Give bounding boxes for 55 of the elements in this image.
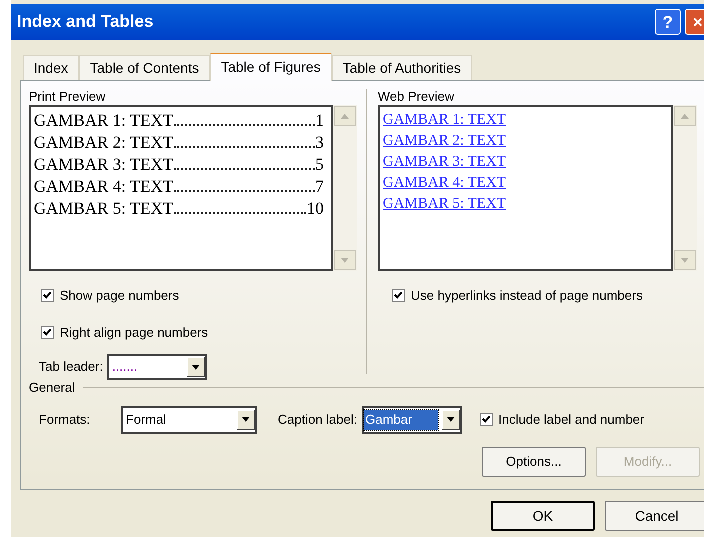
dropdown-button[interactable] [237, 410, 255, 430]
tab[interactable]: Table of Figures [210, 53, 332, 81]
field-label: Formats: [39, 410, 92, 429]
preview-entry: GAMBAR 5: TEXT [34, 198, 174, 220]
checkbox[interactable] [41, 326, 54, 339]
preview-link[interactable]: GAMBAR 2: TEXT [383, 131, 506, 152]
close-button[interactable]: × [685, 9, 704, 35]
cancel-button[interactable]: Cancel [605, 501, 704, 531]
section-label: Print Preview [29, 89, 107, 104]
help-button[interactable]: ? [655, 9, 681, 35]
page-number: 5 [316, 154, 325, 176]
dropdown-value: Formal [126, 410, 166, 429]
checkbox[interactable] [392, 289, 405, 302]
tab[interactable]: Table of Authorities [332, 55, 472, 80]
down-arrow-icon [341, 258, 349, 262]
preview-link[interactable]: GAMBAR 5: TEXT [383, 194, 506, 215]
caret-icon [242, 417, 250, 422]
field-label: Tab leader: [39, 358, 104, 376]
dropdown-value: ....... [112, 358, 138, 376]
section-label: Web Preview [378, 89, 456, 104]
preview-entry: GAMBAR 3: TEXT [34, 154, 174, 176]
caret-icon [192, 364, 200, 370]
up-arrow-icon [681, 114, 689, 118]
checkbox[interactable] [480, 413, 492, 426]
dropdown-value: Gambar [364, 410, 438, 430]
page-number: 10 [307, 198, 325, 220]
preview-entry: GAMBAR 2: TEXT [34, 132, 174, 154]
tab-leader-dropdown[interactable]: ....... [107, 354, 208, 380]
down-arrow-icon [681, 258, 689, 262]
dropdown-button[interactable] [187, 357, 206, 377]
dropdown-button[interactable] [442, 410, 460, 430]
window-title: Index and Tables [17, 11, 154, 34]
checkbox-label: Use hyperlinks instead of page numbers [411, 287, 643, 305]
preview-entry: GAMBAR 1: TEXT [34, 110, 174, 132]
page-number: 3 [316, 132, 325, 154]
page-number: 7 [316, 176, 325, 198]
caret-icon [446, 417, 454, 422]
ok-button[interactable]: OK [491, 501, 595, 531]
caption-label-dropdown[interactable]: Gambar [362, 406, 462, 434]
checkbox[interactable] [41, 289, 54, 302]
up-arrow-icon [341, 114, 349, 118]
page-number: 1 [316, 110, 325, 132]
preview-link[interactable]: GAMBAR 3: TEXT [383, 152, 506, 173]
checkbox-label: Show page numbers [60, 287, 180, 305]
checkbox-label: Include label and number [498, 410, 644, 429]
preview-entry: GAMBAR 4: TEXT [34, 176, 174, 198]
tab[interactable]: Table of Contents [79, 55, 210, 80]
preview-link[interactable]: GAMBAR 1: TEXT [383, 110, 506, 131]
tab[interactable]: Index [23, 55, 80, 80]
checkbox-label: Right align page numbers [60, 324, 208, 342]
options-button[interactable]: Options... [482, 446, 586, 476]
formats-dropdown[interactable]: Formal [121, 406, 257, 434]
field-label: Caption label: [278, 410, 358, 429]
preview-link[interactable]: GAMBAR 4: TEXT [383, 173, 506, 194]
group-label: General [29, 379, 76, 397]
